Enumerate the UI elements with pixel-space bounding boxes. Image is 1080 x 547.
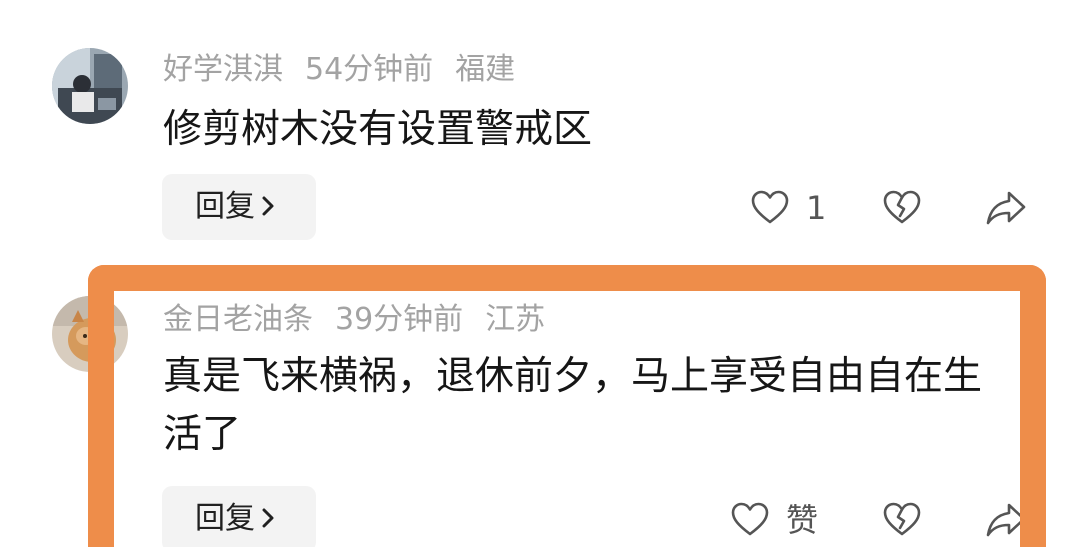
reply-button[interactable]: 回复 xyxy=(162,486,316,547)
like-button[interactable]: 赞 xyxy=(730,500,830,540)
avatar[interactable] xyxy=(52,296,128,372)
comment-location: 江苏 xyxy=(485,302,546,337)
username[interactable]: 金日老油条 xyxy=(163,302,313,337)
comment-text: 真是飞来横祸，退休前夕，马上享受自由自在生活了 xyxy=(163,354,983,457)
comment-list: 好学淇淇 54分钟前 福建 修剪树木没有设置警戒区 回复 1 金日老油条 39分… xyxy=(0,0,1080,547)
heart-icon xyxy=(730,500,770,544)
comment-time: 39分钟前 xyxy=(335,302,464,337)
broken-heart-icon xyxy=(882,502,922,544)
reply-label: 回复 xyxy=(195,501,255,536)
dislike-button[interactable] xyxy=(882,500,922,540)
share-button[interactable] xyxy=(985,500,1027,540)
chevron-right-icon xyxy=(261,487,275,547)
comment-item: 金日老油条 39分钟前 江苏 真是飞来横祸，退休前夕，马上享受自由自在生活了 回复 … xyxy=(0,0,1080,547)
comment-meta: 金日老油条 39分钟前 江苏 xyxy=(163,302,567,338)
like-label: 赞 xyxy=(786,501,819,539)
share-arrow-icon xyxy=(985,503,1027,544)
